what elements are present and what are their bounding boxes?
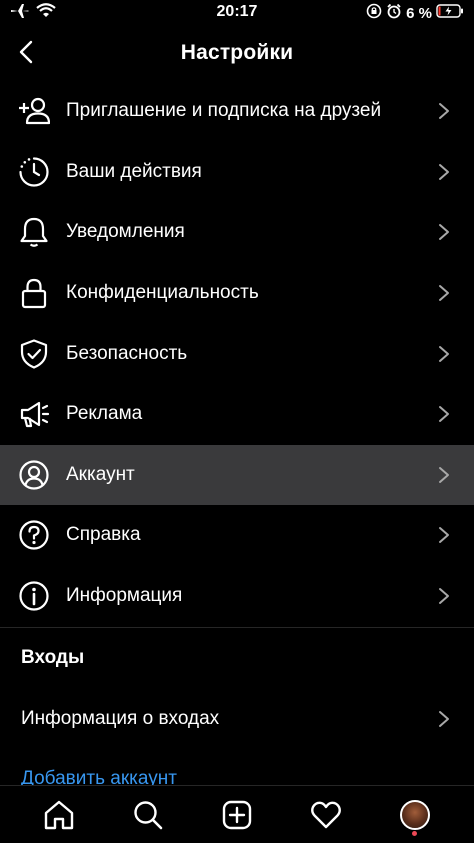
chevron-right-icon [439, 588, 449, 605]
search-icon [134, 800, 163, 829]
bell-icon [18, 216, 50, 248]
tab-new-post[interactable] [217, 795, 257, 835]
info-circle-icon [18, 580, 50, 612]
tab-profile[interactable] [395, 795, 435, 836]
activity-clock-icon [18, 156, 50, 188]
back-button[interactable] [12, 38, 40, 66]
lock-icon [18, 277, 50, 309]
menu-item-privacy[interactable]: Конфиденциальность [0, 263, 474, 324]
menu-item-ads[interactable]: Реклама [0, 384, 474, 445]
menu-item-notifications[interactable]: Уведомления [0, 202, 474, 263]
chevron-right-icon [439, 103, 449, 120]
menu-item-label: Информация о входах [21, 708, 220, 729]
shield-check-icon [18, 338, 50, 370]
chevron-right-icon [439, 163, 449, 180]
status-bar: 20:17 6 % [0, 0, 474, 26]
menu-item-label: Приглашение и подписка на друзей [66, 100, 382, 122]
profile-avatar [400, 799, 431, 830]
new-post-icon [222, 800, 252, 829]
notification-dot [412, 830, 418, 836]
menu-item-label: Конфиденциальность [66, 282, 259, 304]
chevron-right-icon [439, 224, 449, 241]
megaphone-icon [18, 398, 50, 430]
tab-search[interactable] [128, 795, 168, 835]
chevron-right-icon [439, 711, 449, 727]
menu-item-invite-friends[interactable]: Приглашение и подписка на друзей [0, 81, 474, 142]
menu-item-label: Уведомления [66, 221, 185, 243]
menu-item-label: Справка [66, 524, 141, 546]
tab-activity[interactable] [306, 795, 346, 835]
menu-item-label: Аккаунт [66, 463, 135, 485]
add-person-icon [18, 95, 50, 127]
help-circle-icon [18, 519, 50, 551]
section-divider [0, 627, 474, 628]
menu-item-login-info[interactable]: Информация о входах [0, 690, 474, 748]
menu-item-your-activity[interactable]: Ваши действия [0, 142, 474, 203]
chevron-right-icon [439, 285, 449, 302]
chevron-right-icon [439, 527, 449, 544]
status-time: 20:17 [216, 3, 258, 20]
chevron-left-icon [19, 40, 33, 64]
menu-item-label: Информация [66, 585, 183, 607]
logins-section-title: Входы [21, 647, 85, 668]
nav-bar: Настройки [0, 26, 474, 80]
settings-menu: Приглашение и подписка на друзей Ваши де… [0, 81, 474, 626]
chevron-right-icon [439, 466, 449, 483]
home-icon [44, 800, 73, 829]
person-circle-icon [18, 459, 50, 491]
menu-item-label: Реклама [66, 403, 143, 425]
page-title: Настройки [180, 41, 294, 64]
menu-item-label: Безопасность [66, 342, 188, 364]
menu-item-security[interactable]: Безопасность [0, 323, 474, 384]
chevron-right-icon [439, 406, 449, 423]
bottom-tab-bar [0, 785, 474, 843]
menu-item-about[interactable]: Информация [0, 566, 474, 627]
menu-item-help[interactable]: Справка [0, 505, 474, 566]
chevron-right-icon [439, 345, 449, 362]
menu-item-account[interactable]: Аккаунт [0, 444, 474, 506]
heart-icon [311, 801, 342, 828]
menu-item-label: Ваши действия [66, 160, 202, 182]
tab-home[interactable] [39, 795, 79, 835]
